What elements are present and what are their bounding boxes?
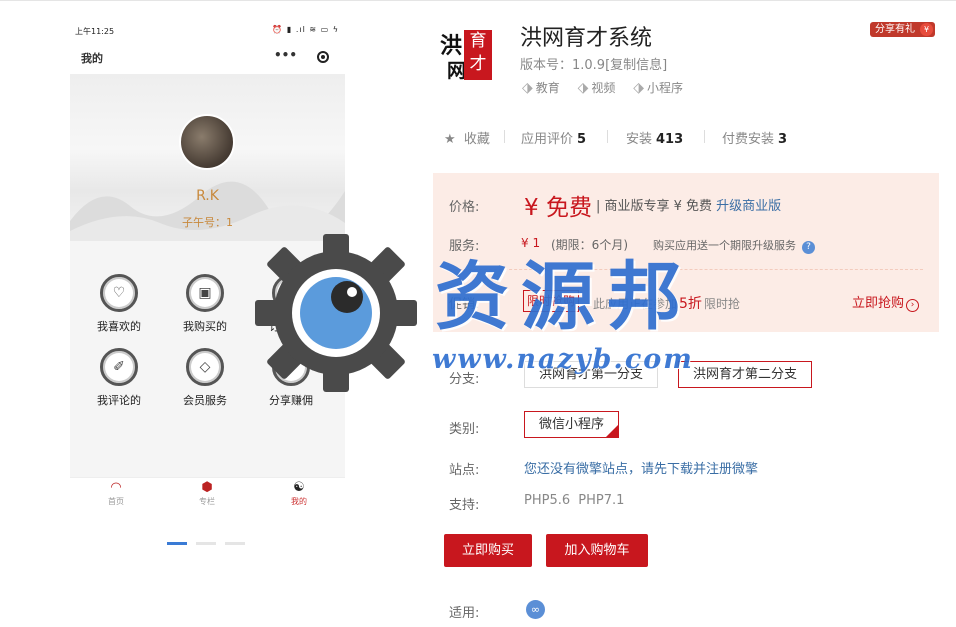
branch-option-2[interactable]: 洪网育才第二分支	[678, 361, 813, 388]
yin-yang-icon: ☯	[293, 480, 305, 495]
tag-icon: ⬗	[577, 80, 589, 96]
support-versions: PHP5.6 PHP7.1	[524, 493, 625, 508]
close-capsule-icon[interactable]	[317, 51, 329, 63]
watermark-gear-icon	[255, 234, 417, 392]
tag-icon: ⬗	[633, 80, 645, 96]
carousel-dot[interactable]	[196, 542, 216, 545]
tab-mine[interactable]: ☯ 我的	[274, 480, 324, 507]
grid-label: 我购买的	[183, 320, 227, 333]
carousel-dot[interactable]	[167, 542, 187, 545]
gift-icon: ¥	[920, 23, 933, 36]
page: 上午11:25 ⏰ ▮ .ıl ≋ ▭ ϟ 我的 ••• R.K 子午号：1 ♡…	[0, 0, 956, 627]
grid-label: 分享赚佣	[269, 394, 313, 407]
top-divider	[0, 0, 956, 1]
user-number: 子午号：1	[182, 216, 233, 229]
tab-column[interactable]: ⬢ 专栏	[182, 480, 232, 507]
price-value: ¥ 免费	[524, 195, 592, 221]
app-title: 洪网育才系统	[520, 26, 653, 51]
grid-item-comments[interactable]: ✐ 我评论的	[84, 348, 154, 408]
star-icon: ★	[444, 132, 456, 147]
bag-icon: ▣	[186, 274, 224, 312]
add-to-cart-button[interactable]: 加入购物车	[546, 534, 648, 567]
tag-video[interactable]: ⬗ 视频	[578, 79, 616, 96]
phone-tabbar: ◠ 首页 ⬢ 专栏 ☯ 我的	[70, 477, 345, 510]
diamond-icon: ◇	[186, 348, 224, 386]
logo-seal: 育 才	[464, 30, 492, 80]
tag-education[interactable]: ⬗ 教育	[522, 79, 560, 96]
share-reward-button[interactable]: 分享有礼 ¥	[870, 22, 935, 37]
status-time: 上午11:25	[75, 27, 115, 36]
price-note: | 商业版专享 ¥ 免费 升级商业版	[596, 199, 782, 214]
heart-icon: ♡	[100, 274, 138, 312]
app-tags: ⬗ 教育 ⬗ 视频 ⬗ 小程序	[522, 79, 697, 96]
stat-installs: 安装 413	[626, 132, 684, 147]
fit-label: 适用:	[449, 606, 480, 621]
more-icon[interactable]: •••	[274, 48, 297, 62]
stat-reviews[interactable]: 应用评价 5	[521, 128, 586, 147]
buy-now-button[interactable]: 立即购买	[444, 534, 532, 567]
phone-page-title: 我的	[81, 52, 103, 65]
grid-label: 我喜欢的	[97, 320, 141, 333]
tag-icon: ⬗	[522, 80, 533, 96]
user-name: R.K	[196, 188, 219, 204]
fan-icon: ◠	[110, 480, 122, 495]
type-option-miniprogram[interactable]: 微信小程序 ✓	[524, 411, 620, 446]
watermark-url: www.nazyb.com	[432, 344, 694, 375]
grid-item-favorites[interactable]: ♡ 我喜欢的	[84, 274, 154, 334]
stat-paid-installs: 付费安装 3	[722, 132, 788, 147]
app-logo: 洪 网 育 才	[437, 24, 495, 84]
price-label: 价格:	[449, 200, 480, 215]
box-icon: ⬢	[201, 480, 213, 495]
tag-miniprogram[interactable]: ⬗ 小程序	[633, 79, 683, 96]
grid-label: 我评论的	[97, 394, 141, 407]
help-icon[interactable]: ?	[802, 241, 815, 254]
status-icons: ⏰ ▮ .ıl ≋ ▭ ϟ	[272, 25, 339, 34]
type-label: 类别:	[449, 422, 480, 437]
miniprogram-icon: ∞	[526, 600, 545, 619]
carousel-indicator	[167, 530, 254, 549]
grid-label: 会员服务	[183, 394, 227, 407]
support-label: 支持:	[449, 498, 480, 513]
status-bar: 上午11:25 ⏰ ▮ .ıl ≋ ▭ ϟ	[70, 18, 345, 42]
app-version[interactable]: 版本号：1.0.9[复制信息]	[520, 54, 667, 73]
pen-icon: ✐	[100, 348, 138, 386]
flash-buy-link[interactable]: 立即抢购 ›	[852, 292, 920, 312]
check-icon: ✓	[605, 424, 620, 446]
tab-home[interactable]: ◠ 首页	[91, 480, 141, 507]
grid-item-purchased[interactable]: ▣ 我购买的	[170, 274, 240, 334]
site-register-link[interactable]: 您还没有微擎站点，请先下载并注册微擎	[524, 458, 758, 477]
avatar[interactable]	[179, 114, 235, 170]
upgrade-link[interactable]: 升级商业版	[716, 199, 781, 214]
carousel-dot[interactable]	[225, 542, 245, 545]
favorite-button[interactable]: ★ 收藏	[444, 128, 490, 147]
watermark-text: 资源邦	[435, 254, 693, 340]
arrow-right-icon: ›	[906, 299, 920, 312]
site-label: 站点:	[449, 463, 480, 478]
grid-item-membership[interactable]: ◇ 会员服务	[170, 348, 240, 408]
